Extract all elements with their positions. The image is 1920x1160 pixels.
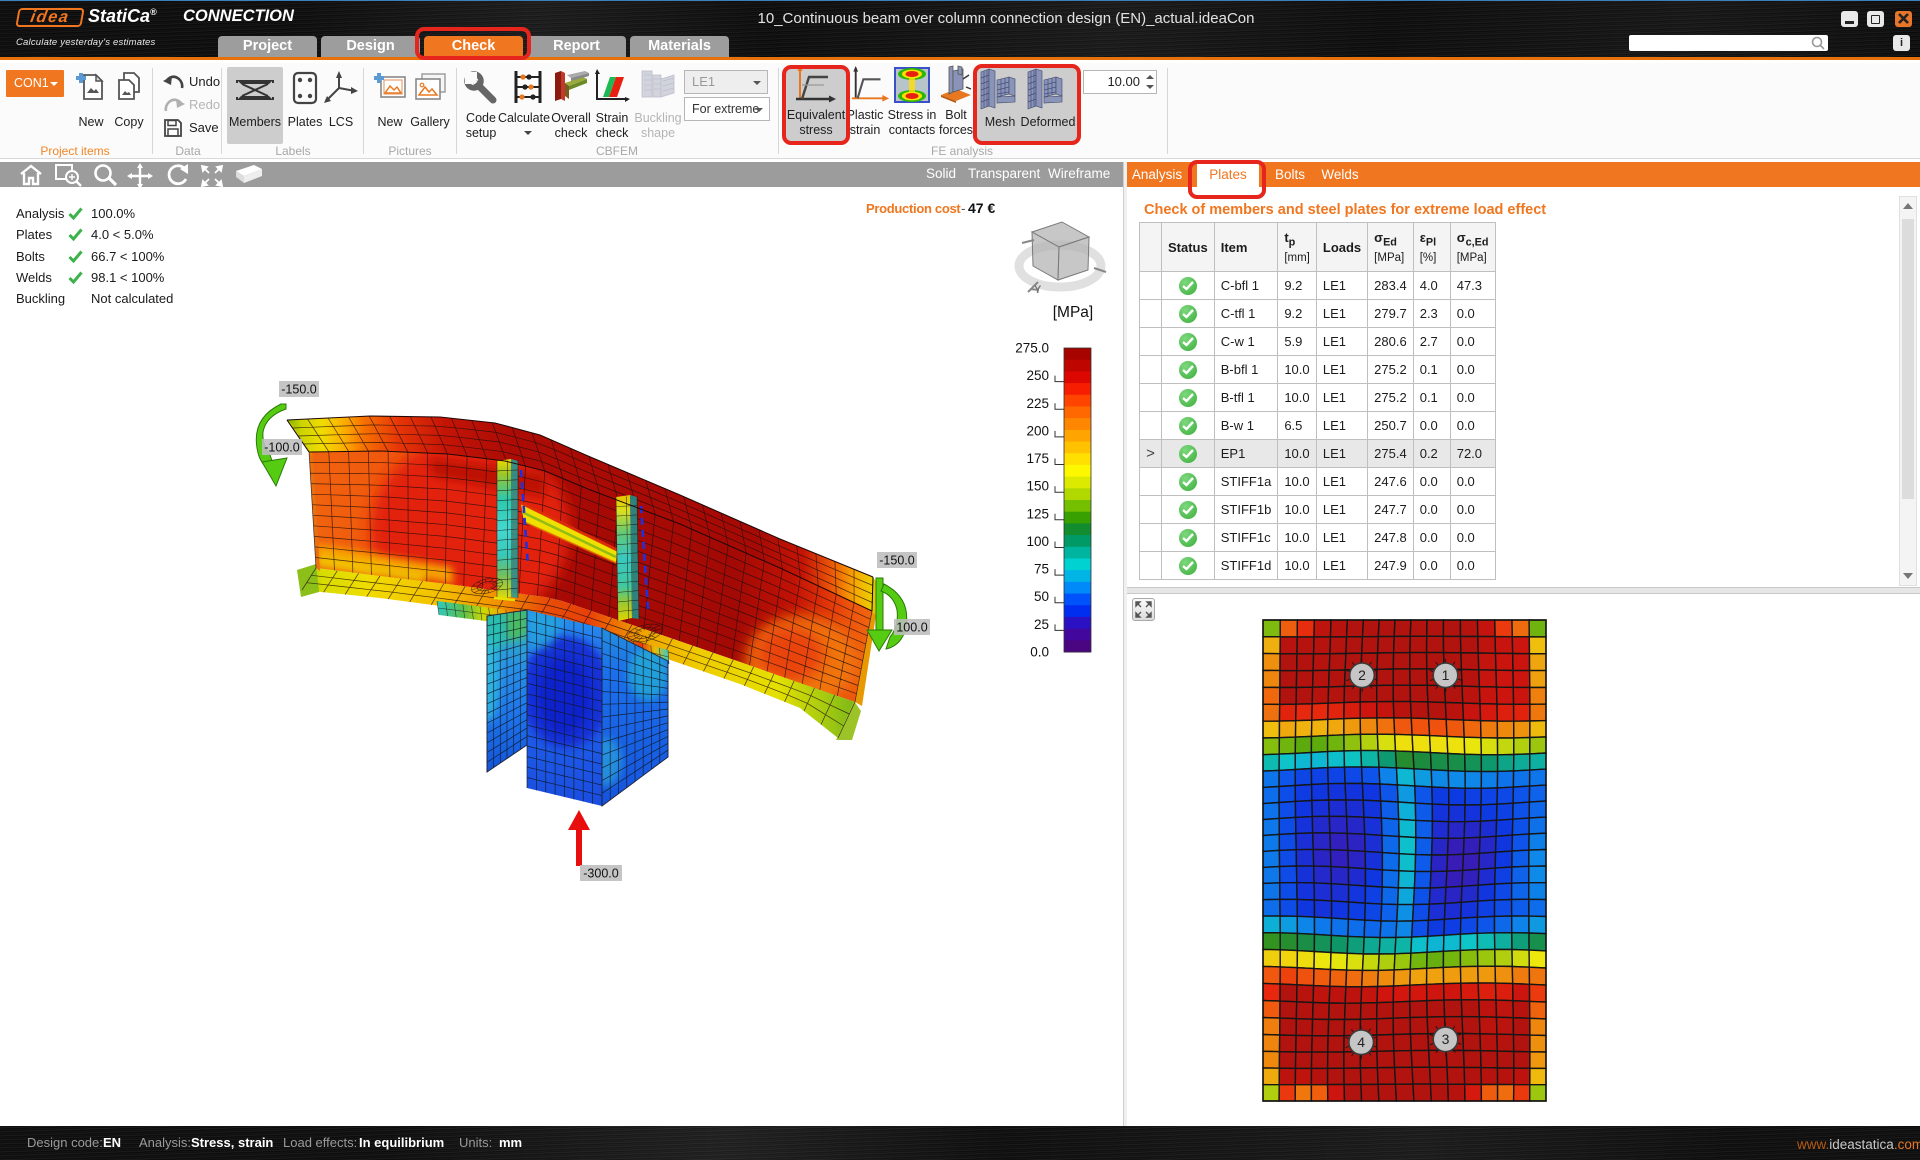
svg-text:25: 25 xyxy=(1034,617,1049,632)
svg-text:150: 150 xyxy=(1026,479,1049,494)
svg-text:0.0: 0.0 xyxy=(1030,645,1049,660)
svg-text:200: 200 xyxy=(1026,423,1049,438)
svg-text:-100.0: -100.0 xyxy=(264,441,299,455)
svg-text:250: 250 xyxy=(1026,368,1049,383)
svg-text:125: 125 xyxy=(1026,506,1049,521)
svg-text:275.0: 275.0 xyxy=(1015,341,1049,356)
svg-text:-150.0: -150.0 xyxy=(879,554,914,568)
svg-text:-150.0: -150.0 xyxy=(281,383,316,397)
svg-text:[MPa]: [MPa] xyxy=(1053,304,1093,321)
svg-text:100: 100 xyxy=(1026,534,1049,549)
svg-text:-300.0: -300.0 xyxy=(583,867,618,881)
svg-text:75: 75 xyxy=(1034,562,1049,577)
svg-text:225: 225 xyxy=(1026,396,1049,411)
svg-text:Y: Y xyxy=(1034,284,1042,296)
svg-text:50: 50 xyxy=(1034,589,1049,604)
svg-text:175: 175 xyxy=(1026,451,1049,466)
svg-text:100.0: 100.0 xyxy=(896,621,927,635)
